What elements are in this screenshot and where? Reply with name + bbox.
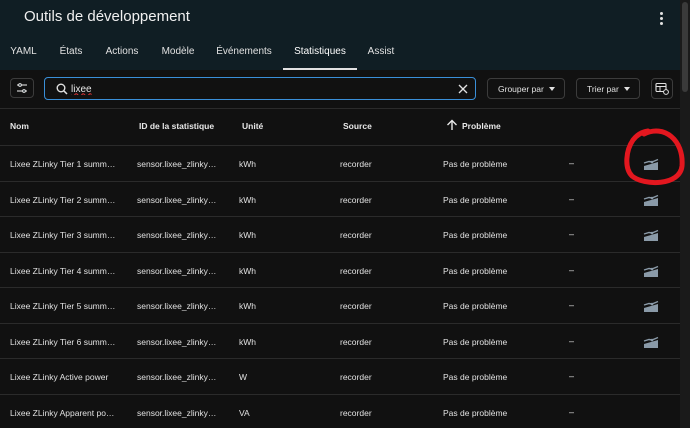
row-name: Lixee ZLinky Tier 3 summ… [10, 230, 116, 240]
search-icon [56, 83, 68, 95]
chart-adjust-icon[interactable] [642, 193, 660, 207]
row-unit: kWh [239, 194, 256, 205]
row-statistic-id: sensor.lixee_zlinky… [137, 265, 217, 276]
row-extra: – [569, 406, 575, 417]
table-settings-icon [655, 82, 669, 95]
tab-etats[interactable]: États [58, 36, 84, 70]
row-issue: Pas de problème [443, 194, 508, 205]
row-source: recorder [340, 230, 372, 240]
toolbar-divider [0, 108, 680, 109]
row-statistic-id: sensor.lixee_zlinky… [137, 372, 217, 382]
row-source: recorder [340, 159, 372, 169]
row-extra: – [569, 371, 575, 381]
group-by-dropdown[interactable]: Grouper par [487, 78, 565, 99]
row-name: Lixee ZLinky Tier 2 summ… [10, 194, 116, 205]
row-name: Lixee ZLinky Active power [10, 372, 109, 382]
row-name: Lixee ZLinky Tier 1 summ… [10, 159, 116, 169]
row-extra: – [569, 335, 575, 346]
row-extra: – [569, 229, 575, 239]
table-row[interactable]: Lixee ZLinky Tier 2 summ… sensor.lixee_zl… [0, 182, 680, 217]
row-name: Lixee ZLinky Apparent po… [10, 407, 115, 418]
row-extra: – [569, 193, 575, 204]
column-header-statistic-id[interactable]: ID de la statistique [139, 121, 214, 131]
table-row[interactable]: Lixee ZLinky Tier 3 summ… sensor.lixee_zl… [0, 217, 680, 253]
tab-assist[interactable]: Assist [365, 36, 397, 70]
sort-by-dropdown[interactable]: Trier par [576, 78, 640, 99]
tab-statistiques[interactable]: Statistiques [283, 36, 357, 70]
column-header-unit[interactable]: Unité [242, 121, 263, 131]
chart-adjust-icon[interactable] [642, 228, 660, 242]
page-title: Outils de développement [24, 8, 190, 25]
row-issue: Pas de problème [443, 301, 508, 311]
chart-adjust-icon[interactable] [642, 264, 660, 278]
row-extra: – [569, 300, 575, 310]
row-statistic-id: sensor.lixee_zlinky… [137, 159, 217, 169]
row-unit: W [239, 372, 248, 382]
group-by-label: Grouper par [498, 83, 544, 94]
chart-adjust-icon[interactable] [642, 335, 660, 349]
table-settings-button[interactable] [651, 78, 673, 99]
row-name: Lixee ZLinky Tier 6 summ… [10, 336, 116, 347]
row-name: Lixee ZLinky Tier 4 summ… [10, 265, 116, 276]
filter-list-button[interactable] [10, 78, 34, 98]
more-vertical-icon[interactable] [652, 8, 670, 28]
row-unit: kWh [239, 336, 256, 347]
chevron-down-icon [549, 87, 555, 91]
row-extra: – [569, 158, 575, 168]
row-statistic-id: sensor.lixee_zlinky… [137, 301, 217, 311]
row-source: recorder [340, 265, 372, 276]
tab-actions[interactable]: Actions [104, 36, 140, 70]
column-header-issue[interactable]: Problème [462, 121, 501, 131]
scrollbar-thumb[interactable] [682, 2, 688, 92]
tab-yaml[interactable]: YAML [10, 36, 37, 70]
close-icon[interactable] [455, 81, 471, 97]
row-unit: kWh [239, 159, 256, 169]
row-source: recorder [340, 194, 372, 205]
row-unit: kWh [239, 265, 256, 276]
sort-by-label: Trier par [587, 83, 619, 94]
row-statistic-id: sensor.lixee_zlinky… [137, 336, 217, 347]
row-source: recorder [340, 372, 372, 382]
row-issue: Pas de problème [443, 407, 508, 418]
search-field [44, 77, 476, 100]
row-unit: VA [239, 407, 250, 418]
chart-adjust-icon[interactable] [642, 157, 660, 171]
table-row[interactable]: Lixee ZLinky Tier 6 summ… sensor.lixee_zl… [0, 324, 680, 359]
row-statistic-id: sensor.lixee_zlinky… [137, 407, 217, 418]
row-statistic-id: sensor.lixee_zlinky… [137, 194, 217, 205]
column-header-name[interactable]: Nom [10, 121, 29, 131]
tab-modele[interactable]: Modèle [160, 36, 196, 70]
row-statistic-id: sensor.lixee_zlinky… [137, 230, 217, 240]
row-name: Lixee ZLinky Tier 5 summ… [10, 301, 116, 311]
chart-adjust-icon[interactable] [642, 299, 660, 313]
row-issue: Pas de problème [443, 336, 508, 347]
search-input[interactable] [71, 81, 451, 97]
row-extra: – [569, 264, 575, 275]
table-row[interactable]: Lixee ZLinky Apparent po… sensor.lixee_zl… [0, 395, 680, 428]
table-row[interactable]: Lixee ZLinky Tier 1 summ… sensor.lixee_zl… [0, 146, 680, 182]
row-unit: kWh [239, 230, 256, 240]
row-issue: Pas de problème [443, 159, 508, 169]
table-row[interactable]: Lixee ZLinky Tier 4 summ… sensor.lixee_zl… [0, 253, 680, 288]
table-row[interactable]: Lixee ZLinky Active power sensor.lixee_zl… [0, 359, 680, 395]
arrow-up-icon [447, 119, 457, 130]
table-row[interactable]: Lixee ZLinky Tier 5 summ… sensor.lixee_zl… [0, 288, 680, 324]
column-header-source[interactable]: Source [343, 121, 372, 131]
row-issue: Pas de problème [443, 230, 508, 240]
top-app-bar: Outils de développement YAML États Actio… [0, 0, 680, 70]
row-issue: Pas de problème [443, 372, 508, 382]
row-source: recorder [340, 407, 372, 418]
chevron-down-icon [624, 87, 630, 91]
tab-evenements[interactable]: Événements [216, 36, 272, 70]
row-issue: Pas de problème [443, 265, 508, 276]
filter-list-icon [17, 83, 27, 93]
row-unit: kWh [239, 301, 256, 311]
row-source: recorder [340, 301, 372, 311]
row-source: recorder [340, 336, 372, 347]
